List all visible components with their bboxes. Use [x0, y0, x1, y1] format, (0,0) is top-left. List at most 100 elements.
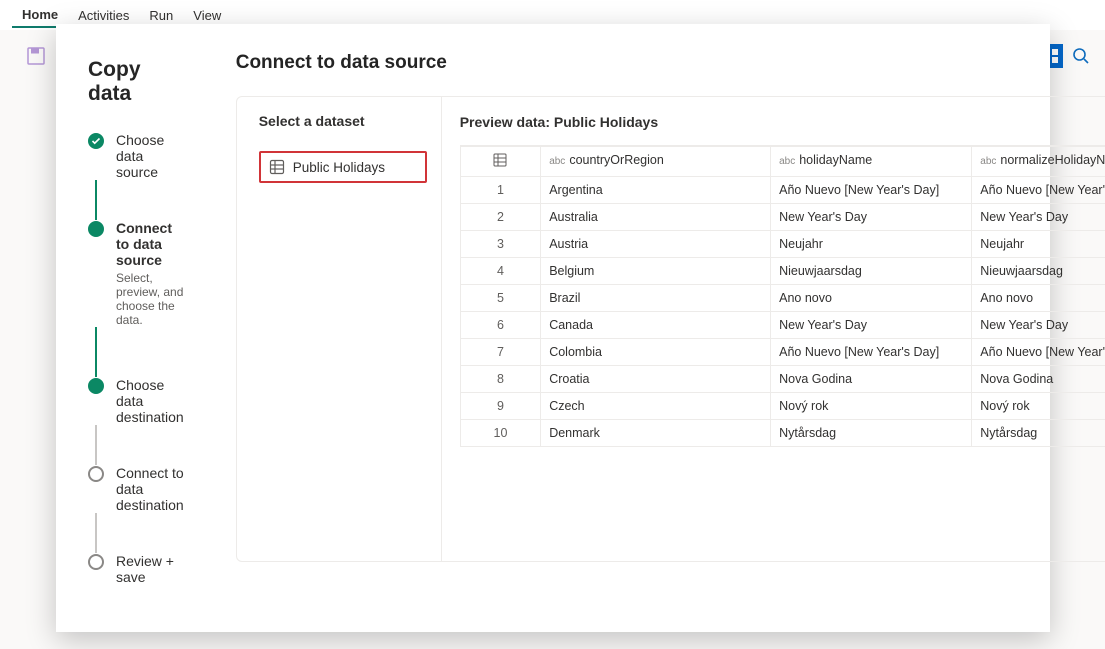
- column-header-holidayName[interactable]: abc holidayName: [771, 147, 972, 177]
- cell: Croatia: [541, 366, 771, 393]
- cell: Nový rok: [972, 393, 1105, 420]
- table-row[interactable]: 3AustriaNeujahrNeujahr: [460, 231, 1105, 258]
- row-number: 2: [460, 204, 540, 231]
- row-number: 1: [460, 177, 540, 204]
- step-marker: [88, 221, 104, 237]
- step-label: Choose data source: [116, 132, 184, 180]
- table-row[interactable]: 10DenmarkNytårsdagNytårsdag: [460, 420, 1105, 447]
- table-icon: [493, 153, 507, 167]
- cell: Nieuwjaarsdag: [972, 258, 1105, 285]
- wizard-pane: Copy data Choose data source Connect to d…: [56, 24, 212, 632]
- table-row[interactable]: 7ColombiaAño Nuevo [New Year's Day]Año N…: [460, 339, 1105, 366]
- cell: Año Nuevo [New Year's Day]: [972, 339, 1105, 366]
- table-head: abc countryOrRegion abc holidayName abc norma…: [460, 147, 1105, 177]
- cell: Nový rok: [771, 393, 972, 420]
- cell: Czech: [541, 393, 771, 420]
- wizard-steps: Choose data source Connect to data source…: [88, 132, 184, 585]
- row-number: 3: [460, 231, 540, 258]
- cell: Colombia: [541, 339, 771, 366]
- cell: Canada: [541, 312, 771, 339]
- cell: Belgium: [541, 258, 771, 285]
- row-number: 8: [460, 366, 540, 393]
- cell: Neujahr: [972, 231, 1105, 258]
- preview-table-wrap[interactable]: abc countryOrRegion abc holidayName abc norma…: [460, 145, 1105, 535]
- step-label: Connect to data source: [116, 220, 184, 268]
- row-number: 9: [460, 393, 540, 420]
- step-connector: [95, 180, 97, 220]
- wizard-step-3[interactable]: Connect to data destination: [88, 465, 184, 513]
- cell: Nytårsdag: [771, 420, 972, 447]
- dataset-item-public-holidays[interactable]: Public Holidays: [259, 151, 427, 183]
- dataset-list: Select a dataset Public Holidays: [237, 97, 442, 561]
- step-marker: [88, 378, 104, 394]
- dataset-item-label: Public Holidays: [293, 160, 385, 175]
- column-name: countryOrRegion: [569, 153, 664, 167]
- copy-data-dialog: Copy data Choose data source Connect to d…: [56, 24, 1050, 632]
- save-button[interactable]: [16, 36, 56, 76]
- cell: Año Nuevo [New Year's Day]: [771, 177, 972, 204]
- cell: Brazil: [541, 285, 771, 312]
- row-number-header: [460, 147, 540, 177]
- preview-header: Preview data: Public Holidays: [460, 113, 1105, 131]
- table-row[interactable]: 8CroatiaNova GodinaNova Godina: [460, 366, 1105, 393]
- dialog-footer: Back Next: [236, 580, 1105, 612]
- cell: Año Nuevo [New Year's Day]: [771, 339, 972, 366]
- row-number: 7: [460, 339, 540, 366]
- content-pane: Connect to data source Select a dataset …: [212, 24, 1105, 632]
- cell: Australia: [541, 204, 771, 231]
- cell: New Year's Day: [972, 204, 1105, 231]
- step-label: Connect to data destination: [116, 465, 184, 513]
- save-icon: [26, 46, 46, 66]
- wizard-step-4[interactable]: Review + save: [88, 553, 184, 585]
- cell: New Year's Day: [771, 312, 972, 339]
- table-row[interactable]: 9CzechNový rokNový rok: [460, 393, 1105, 420]
- table-row[interactable]: 5BrazilAno novoAno novo: [460, 285, 1105, 312]
- table-row[interactable]: 6CanadaNew Year's DayNew Year's Day: [460, 312, 1105, 339]
- preview-table: abc countryOrRegion abc holidayName abc norma…: [460, 146, 1105, 447]
- cell: Nova Godina: [972, 366, 1105, 393]
- cell: Ano novo: [771, 285, 972, 312]
- cell: Argentina: [541, 177, 771, 204]
- wizard-title: Copy data: [88, 58, 184, 106]
- wizard-step-2[interactable]: Choose data destination: [88, 377, 184, 425]
- column-type-badge: abc: [549, 156, 565, 167]
- column-type-badge: abc: [980, 156, 996, 167]
- cell: Año Nuevo [New Year's Day]: [972, 177, 1105, 204]
- column-name: holidayName: [799, 153, 872, 167]
- table-row[interactable]: 1ArgentinaAño Nuevo [New Year's Day]Año …: [460, 177, 1105, 204]
- table-row[interactable]: 2AustraliaNew Year's DayNew Year's Day: [460, 204, 1105, 231]
- step-label: Review + save: [116, 553, 184, 585]
- horizontal-scrollbar[interactable]: [460, 537, 1105, 551]
- wizard-step-1[interactable]: Connect to data sourceSelect, preview, a…: [88, 220, 184, 327]
- cell: Denmark: [541, 420, 771, 447]
- table-icon: [269, 159, 285, 175]
- check-icon: [88, 133, 104, 149]
- preview-title: Preview data: Public Holidays: [460, 114, 658, 130]
- cell: Ano novo: [972, 285, 1105, 312]
- content-title: Connect to data source: [236, 52, 1105, 74]
- column-header-countryOrRegion[interactable]: abc countryOrRegion: [541, 147, 771, 177]
- step-marker: [88, 554, 104, 570]
- column-header-normalizeHolidayName[interactable]: abc normalizeHolidayName: [972, 147, 1105, 177]
- step-connector: [95, 513, 97, 553]
- step-marker: [88, 466, 104, 482]
- step-connector: [95, 327, 97, 377]
- cell: New Year's Day: [771, 204, 972, 231]
- row-number: 5: [460, 285, 540, 312]
- dataset-heading: Select a dataset: [259, 113, 431, 129]
- column-type-badge: abc: [779, 156, 795, 167]
- row-number: 4: [460, 258, 540, 285]
- wizard-step-0[interactable]: Choose data source: [88, 132, 184, 180]
- cell: Neujahr: [771, 231, 972, 258]
- cell: Nova Godina: [771, 366, 972, 393]
- step-label: Choose data destination: [116, 377, 184, 425]
- cell: Nytårsdag: [972, 420, 1105, 447]
- cell: Austria: [541, 231, 771, 258]
- column-name: normalizeHolidayName: [1000, 153, 1105, 167]
- preview-pane: Preview data: Public Holidays abc country…: [442, 97, 1105, 561]
- cell: Nieuwjaarsdag: [771, 258, 972, 285]
- cell: New Year's Day: [972, 312, 1105, 339]
- step-sublabel: Select, preview, and choose the data.: [116, 271, 184, 327]
- table-row[interactable]: 4BelgiumNieuwjaarsdagNieuwjaarsdag: [460, 258, 1105, 285]
- dataset-card: Select a dataset Public Holidays Preview…: [236, 96, 1105, 562]
